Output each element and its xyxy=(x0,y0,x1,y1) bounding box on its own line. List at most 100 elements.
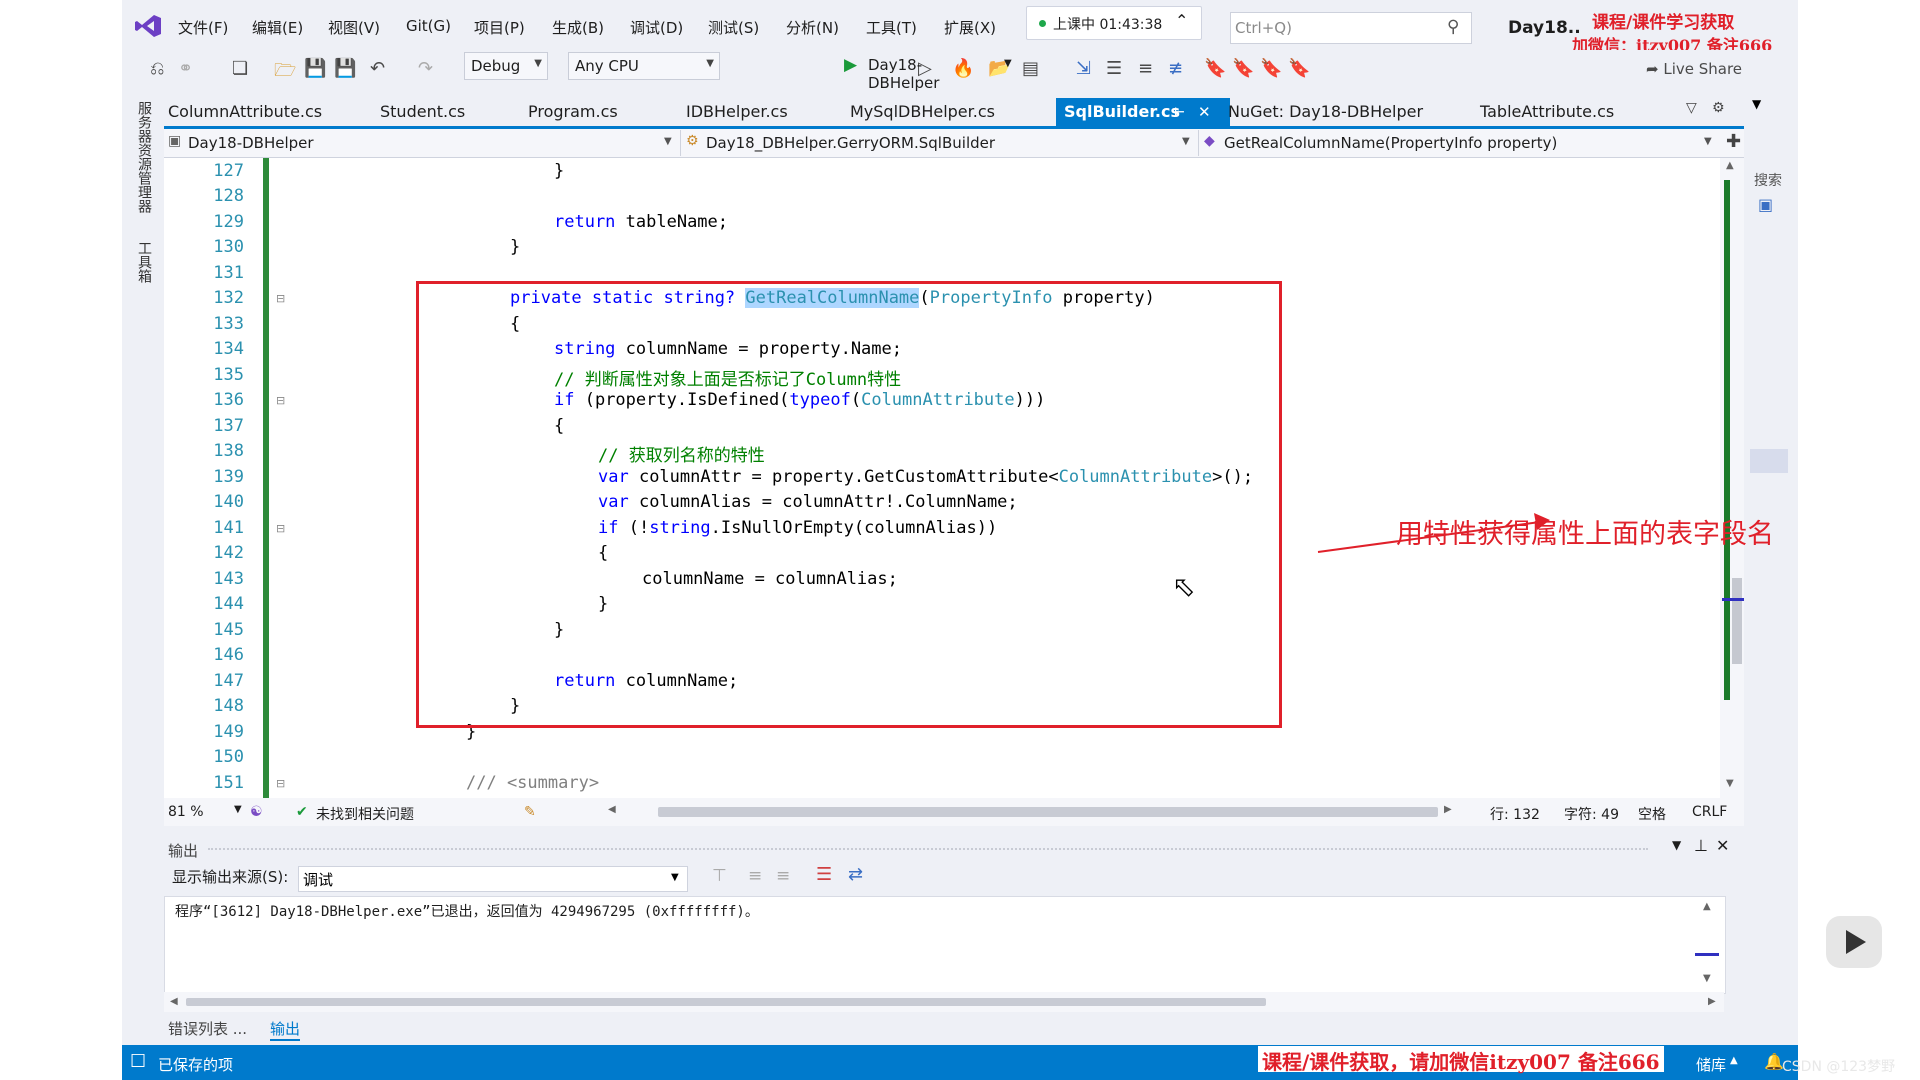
intellicode-icon[interactable]: ☯ xyxy=(250,804,263,820)
save-icon[interactable]: 💾 xyxy=(304,58,326,79)
chevron-down-icon[interactable]: ▼ xyxy=(1672,838,1681,852)
toolbox-tab[interactable]: 工具箱 xyxy=(134,241,154,283)
video-play-button[interactable] xyxy=(1826,916,1882,968)
scroll-right-icon[interactable]: ▶ xyxy=(1708,996,1716,1007)
next-bookmark-icon[interactable]: 🔖 xyxy=(1260,58,1282,79)
tab-tableattribute[interactable]: TableAttribute.cs xyxy=(1480,98,1660,126)
scroll-down-icon[interactable]: ▼ xyxy=(1726,778,1734,789)
tab-list-icon[interactable]: ▽ xyxy=(1686,100,1697,116)
word-wrap-icon[interactable]: ⇄ xyxy=(848,864,863,885)
split-editor-icon[interactable]: ✚ xyxy=(1726,131,1741,152)
line-ending-indicator[interactable]: CRLF xyxy=(1692,804,1727,820)
find-message-icon[interactable]: ⊤ xyxy=(712,866,727,886)
fold-marker-icon[interactable]: ⊟ xyxy=(276,394,285,407)
class-timer[interactable]: 上课中 01:43:38 ⌃ xyxy=(1026,6,1202,40)
horizontal-scrollbar[interactable] xyxy=(658,807,1438,817)
output-horizontal-scrollbar[interactable]: ◀ ▶ xyxy=(164,992,1724,1012)
menu-test[interactable]: 测试(S) xyxy=(708,17,759,38)
saved-items-status[interactable]: 已保存的项 xyxy=(158,1054,233,1075)
repo-status[interactable]: 储库 xyxy=(1696,1054,1726,1075)
clear-bookmark-icon[interactable]: 🔖 xyxy=(1288,58,1310,79)
gear-icon[interactable]: ⚙ xyxy=(1712,100,1725,116)
scroll-thumb[interactable] xyxy=(186,998,1266,1006)
bookmark-icon[interactable]: 🔖 xyxy=(1204,58,1226,79)
save-all-icon[interactable]: 💾 xyxy=(334,58,356,79)
fold-marker-icon[interactable]: ⊟ xyxy=(276,522,285,535)
next-message-icon[interactable]: ≡ xyxy=(776,866,790,886)
scroll-left-icon[interactable]: ◀ xyxy=(170,996,178,1007)
pin-icon[interactable]: ⊥ xyxy=(1694,836,1708,855)
menu-analyze[interactable]: 分析(N) xyxy=(786,17,839,38)
pin-icon[interactable]: ⊢ xyxy=(1174,98,1185,126)
member-dropdown[interactable]: ◆ GetRealColumnName(PropertyInfo propert… xyxy=(1200,130,1720,156)
notification-box-icon[interactable]: ☐ xyxy=(130,1051,146,1072)
chevron-down-icon[interactable]: ▼ xyxy=(234,804,242,815)
outdent-icon[interactable]: ≢ xyxy=(1168,58,1183,79)
menu-tools[interactable]: 工具(T) xyxy=(866,17,917,38)
tab-mysqldbhelper[interactable]: MySqlDBHelper.cs xyxy=(850,98,1020,126)
chevron-up-icon[interactable]: ▲ xyxy=(1730,1055,1738,1066)
code-editor[interactable]: 127 128 129 130 131 132 133 134 135 136 … xyxy=(164,158,1744,798)
menu-extensions[interactable]: 扩展(X) xyxy=(944,17,996,38)
scroll-up-icon[interactable]: ▲ xyxy=(1703,901,1711,912)
menu-debug[interactable]: 调试(D) xyxy=(630,17,683,38)
menu-file[interactable]: 文件(F) xyxy=(178,17,228,38)
menu-view[interactable]: 视图(V) xyxy=(328,17,380,38)
step-icon[interactable]: ⇲ xyxy=(1076,58,1091,79)
fold-marker-icon[interactable]: ⊟ xyxy=(276,292,285,305)
zoom-level[interactable]: 81 % xyxy=(168,804,204,820)
chevron-up-icon[interactable]: ⌃ xyxy=(1175,11,1188,30)
config-select[interactable]: Debug ▼ xyxy=(464,52,548,80)
line-indicator[interactable]: 行: 132 xyxy=(1490,804,1540,824)
issues-status[interactable]: 未找到相关问题 xyxy=(316,804,414,824)
close-icon[interactable]: ✕ xyxy=(1198,98,1211,126)
hot-reload-icon[interactable]: 🔥 xyxy=(952,58,974,79)
menu-build[interactable]: 生成(B) xyxy=(552,17,604,38)
tab-sqlbuilder[interactable]: SqlBuilder.cs ⊢ ✕ xyxy=(1056,98,1230,126)
search-icon[interactable]: ⚲ xyxy=(1447,17,1459,37)
live-share-button[interactable]: ➦ Live Share xyxy=(1646,60,1742,78)
bell-icon[interactable]: 🔔 xyxy=(1764,1052,1784,1071)
menu-git[interactable]: Git(G) xyxy=(406,17,451,35)
back-icon[interactable]: ⎌ xyxy=(150,58,164,79)
prev-bookmark-icon[interactable]: 🔖 xyxy=(1232,58,1254,79)
clear-all-icon[interactable]: ☰ xyxy=(816,864,832,885)
server-explorer-tab[interactable]: 服务器资源管理器 xyxy=(134,101,154,213)
new-project-icon[interactable]: ❏ xyxy=(232,58,248,79)
indent-icon[interactable]: ≡ xyxy=(1138,58,1153,79)
tab-columnattribute[interactable]: ColumnAttribute.cs xyxy=(164,98,338,126)
scroll-up-icon[interactable]: ▲ xyxy=(1726,160,1734,171)
output-text-area[interactable]: 程序“[3612] Day18-DBHelper.exe”已退出，返回值为 42… xyxy=(164,896,1726,994)
project-dropdown[interactable]: ▣ Day18-DBHelper ▼ xyxy=(164,130,681,156)
scroll-left-icon[interactable]: ◀ xyxy=(608,804,616,815)
scroll-down-icon[interactable]: ▼ xyxy=(1703,973,1711,984)
whitespace-indicator[interactable]: 空格 xyxy=(1638,804,1666,824)
chevron-down-icon[interactable]: ▼ xyxy=(1752,97,1761,111)
menu-project[interactable]: 项目(P) xyxy=(474,17,525,38)
menu-edit[interactable]: 编辑(E) xyxy=(252,17,303,38)
platform-select[interactable]: Any CPU ▼ xyxy=(568,52,720,80)
redo-icon[interactable]: ↷ xyxy=(418,58,433,79)
scroll-thumb[interactable] xyxy=(1732,578,1742,664)
panel-icon[interactable]: ▣ xyxy=(1758,195,1773,214)
prev-message-icon[interactable]: ≡ xyxy=(748,866,762,886)
brush-icon[interactable]: ✎ xyxy=(524,804,536,820)
char-indicator[interactable]: 字符: 49 xyxy=(1564,804,1619,824)
forward-icon[interactable]: ⚭ xyxy=(178,58,193,79)
tab-error-list[interactable]: 错误列表 ... xyxy=(168,1018,247,1039)
tab-student[interactable]: Student.cs xyxy=(380,98,490,126)
vertical-scrollbar[interactable]: ▲ ▼ xyxy=(1720,158,1744,798)
tab-nuget[interactable]: NuGet: Day18-DBHelper xyxy=(1228,98,1448,126)
open-folder-icon[interactable]: 🗁 xyxy=(274,58,296,88)
layout-icon[interactable]: ▤ xyxy=(1022,58,1039,79)
tab-output[interactable]: 输出 xyxy=(270,1018,301,1041)
undo-icon[interactable]: ↶ xyxy=(370,58,385,79)
right-search-label[interactable]: 搜索 xyxy=(1754,170,1782,190)
class-dropdown[interactable]: ⚙ Day18_DBHelper.GerryORM.SqlBuilder ▼ xyxy=(682,130,1199,156)
close-icon[interactable]: ✕ xyxy=(1716,836,1729,855)
panel-grip[interactable] xyxy=(208,848,1648,850)
fold-marker-icon[interactable]: ⊟ xyxy=(276,777,285,790)
format-icon[interactable]: ☰ xyxy=(1106,58,1122,79)
search-input[interactable]: Ctrl+Q) ⚲ xyxy=(1230,12,1472,44)
tab-program[interactable]: Program.cs xyxy=(528,98,648,126)
